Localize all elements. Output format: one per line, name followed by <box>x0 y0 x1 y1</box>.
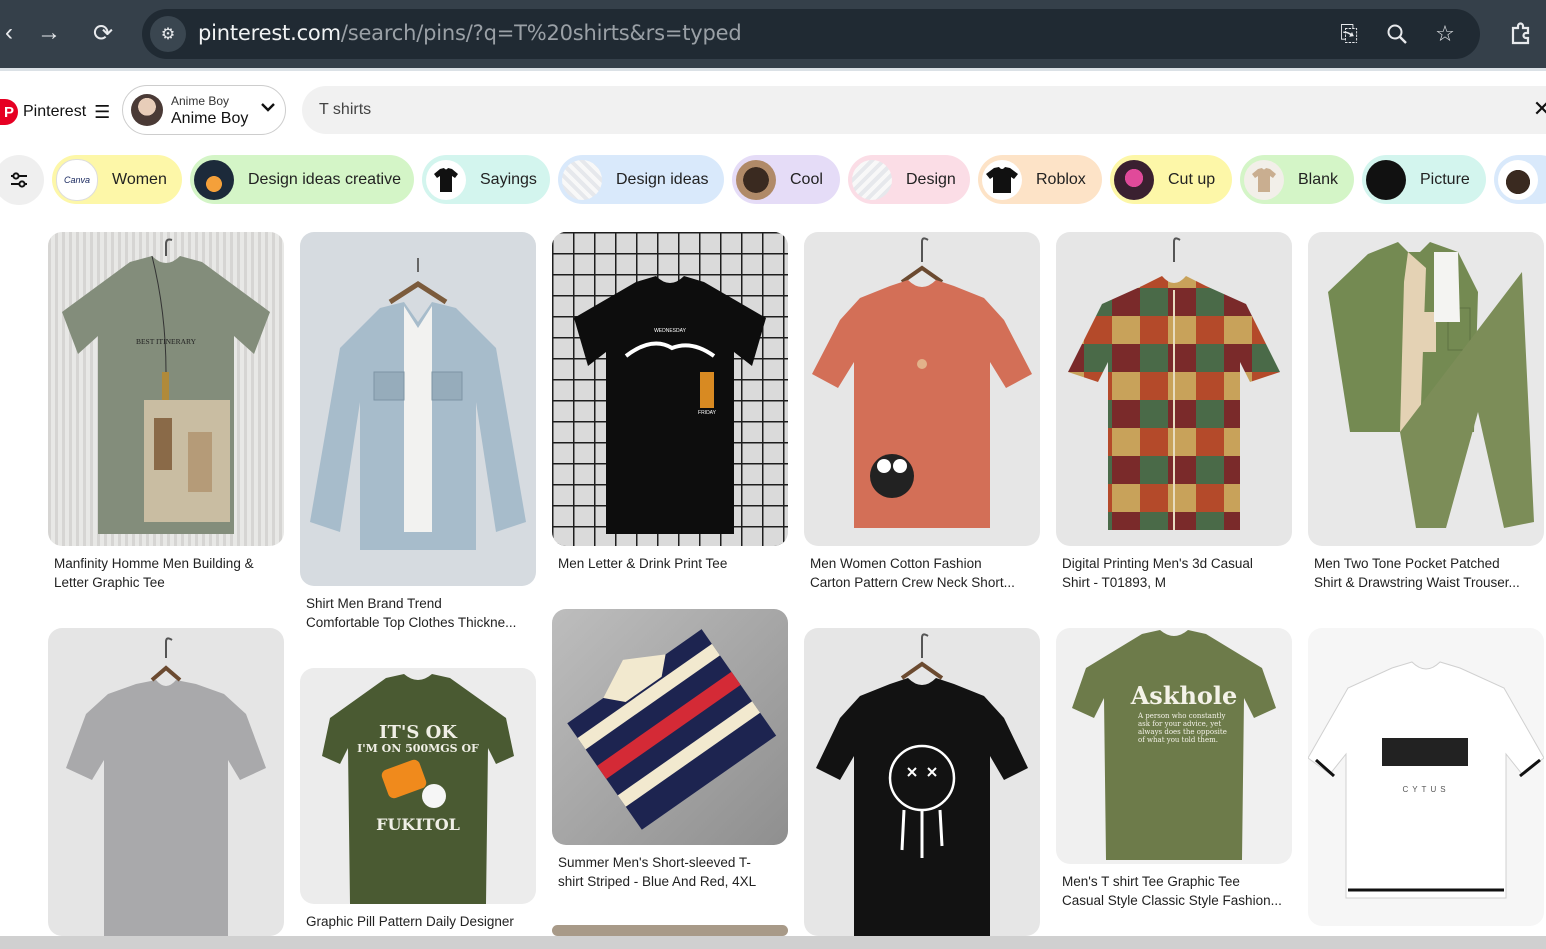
back-arrow-icon[interactable]: ‹ <box>0 14 28 52</box>
pin-caption: Shirt Men Brand Trend Comfortable Top Clo… <box>306 596 517 630</box>
close-icon[interactable]: ✕ <box>1530 96 1546 121</box>
profile-subtitle: Anime Boy <box>171 94 230 108</box>
shirt-print-text: BEST ITINERARY <box>136 337 197 346</box>
shirt-print-text: I'M ON 500MGS OF <box>357 742 479 755</box>
avatar <box>131 94 163 126</box>
search-value: T shirts <box>319 101 372 118</box>
chip-design-ideas[interactable]: Design ideas <box>558 155 724 204</box>
pin-caption: Men's T shirt Tee Graphic Tee Casual Styl… <box>1062 874 1282 908</box>
pin-image[interactable]: WEDNESDAY FRIDAY <box>552 232 788 546</box>
chip-label: Design ideas <box>616 170 709 188</box>
chip-thumb <box>982 159 1022 200</box>
chevron-down-icon <box>261 99 275 115</box>
pin-caption: Men Letter & Drink Print Tee <box>558 556 728 571</box>
pin-image[interactable]: BEST ITINERARY <box>48 232 284 546</box>
chip-thumb <box>852 159 892 200</box>
shirt-print-text: A person who constantly ask for your adv… <box>1138 712 1227 744</box>
profile-name: Anime Boy <box>171 110 249 127</box>
url-text[interactable]: pinterest.com/search/pins/?q=T%20shirts&… <box>198 21 742 45</box>
chip-blank[interactable]: Blank <box>1240 155 1354 204</box>
forward-arrow-icon[interactable]: → <box>30 14 68 52</box>
reload-icon[interactable]: ⟳ <box>84 14 122 52</box>
chip-roblox[interactable]: Roblox <box>978 155 1102 204</box>
horizontal-scrollbar[interactable] <box>0 936 1546 949</box>
pin-image[interactable] <box>300 232 536 586</box>
chip-thumb <box>1244 159 1284 200</box>
pin-caption: Digital Printing Men's 3d Casual Shirt - … <box>1062 556 1253 590</box>
pin-image[interactable] <box>552 609 788 845</box>
pin-caption: Men Two Tone Pocket Patched Shirt & Draws… <box>1314 556 1520 590</box>
chip-sayings[interactable]: Sayings <box>422 155 550 204</box>
chip-thumb <box>426 159 466 200</box>
chip-label: Design <box>906 170 956 188</box>
shirt-print-text: FRIDAY <box>698 410 717 416</box>
extensions-puzzle-icon[interactable] <box>1504 16 1538 50</box>
site-info-icon[interactable]: ⚙ <box>150 16 186 52</box>
chip-label: Roblox <box>1036 170 1086 188</box>
pinterest-logo[interactable]: P Pinterest ☰ <box>0 99 110 125</box>
pin-caption: Manfinity Homme Men Building & Letter Gra… <box>54 556 254 590</box>
browser-toolbar: ‹ → ⟳ ⚙ pinterest.com/search/pins/?q=T%2… <box>0 0 1546 68</box>
chip-label: Sayings <box>480 170 537 188</box>
zoom-icon[interactable] <box>1382 19 1412 49</box>
pin-image[interactable] <box>552 925 788 936</box>
pin-image[interactable] <box>1056 232 1292 546</box>
chip-women[interactable]: Canva Women <box>52 155 182 204</box>
pin-image[interactable]: Askhole A person who constantly ask for … <box>1056 628 1292 864</box>
chip-thumb <box>736 159 776 200</box>
chip-design-ideas-creative[interactable]: Design ideas creative <box>190 155 414 204</box>
chip-design[interactable]: Design <box>848 155 970 204</box>
chip-thumb <box>194 159 234 200</box>
chip-thumb-canva: Canva <box>56 158 98 201</box>
chip-cool[interactable]: Cool <box>732 155 840 204</box>
chip-thumb <box>1366 159 1406 200</box>
chip-more[interactable] <box>1494 155 1546 204</box>
chip-label: Design ideas creative <box>248 170 401 188</box>
chip-label: Cool <box>790 170 823 188</box>
chip-label: Cut up <box>1168 170 1216 188</box>
logo-text: Pinterest <box>23 103 87 120</box>
shirt-print-text: FUKITOL <box>376 815 460 834</box>
pin-image[interactable] <box>48 628 284 936</box>
chip-label: Women <box>112 170 167 188</box>
pin-image[interactable] <box>804 232 1040 546</box>
profile-switcher[interactable]: Anime Boy Anime Boy <box>122 85 286 135</box>
shirt-print-text: IT'S OK <box>379 722 458 743</box>
chip-thumb <box>562 159 602 200</box>
filter-icon[interactable] <box>0 155 44 205</box>
pin-image[interactable]: IT'S OK I'M ON 500MGS OF FUKITOL <box>300 668 536 904</box>
bookmark-star-icon[interactable]: ☆ <box>1430 19 1460 49</box>
chip-cut-up[interactable]: Cut up <box>1110 155 1232 204</box>
chip-thumb <box>1114 159 1154 200</box>
pinterest-p-icon: P <box>0 99 18 125</box>
hamburger-menu-icon[interactable]: ☰ <box>94 102 110 123</box>
toolbar-divider <box>0 68 1546 71</box>
shirt-print-text: WEDNESDAY <box>654 328 687 334</box>
chip-label: Blank <box>1298 170 1339 188</box>
shirt-print-text: Askhole <box>1130 681 1238 710</box>
chip-thumb <box>1498 159 1538 200</box>
pin-caption: Graphic Pill Pattern Daily Designer <box>306 914 514 929</box>
pin-image[interactable] <box>804 628 1040 936</box>
chip-picture[interactable]: Picture <box>1362 155 1486 204</box>
install-app-icon[interactable]: ⎘ <box>1334 19 1364 49</box>
pin-image[interactable] <box>1308 232 1544 546</box>
pin-image[interactable]: CYTUS <box>1308 628 1544 926</box>
address-bar[interactable]: ⚙ pinterest.com/search/pins/?q=T%20shirt… <box>142 9 1480 59</box>
shirt-print-text: CYTUS <box>1402 785 1449 794</box>
search-input[interactable]: T shirts <box>302 86 1546 134</box>
chip-label: Picture <box>1420 170 1470 188</box>
pin-caption: Men Women Cotton Fashion Carton Pattern C… <box>810 556 1015 590</box>
pin-caption: Summer Men's Short-sleeved T-shirt Strip… <box>558 855 757 889</box>
